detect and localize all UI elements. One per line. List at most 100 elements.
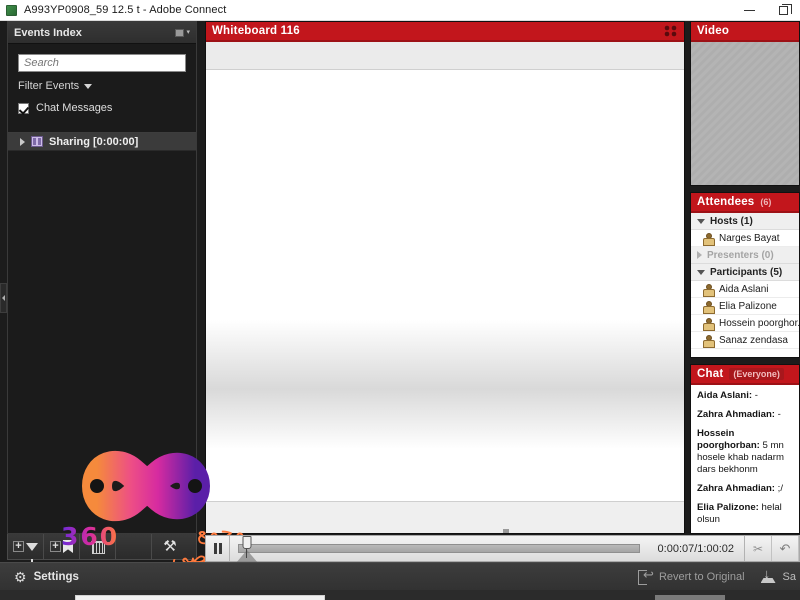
chat-message: Aida Aslani: - — [697, 390, 795, 402]
bottom-bar-actions: Revert to Original Sa — [637, 566, 800, 585]
maximize-button[interactable] — [766, 0, 800, 21]
chevron-down-icon — [697, 218, 705, 224]
save-label: Sa — [782, 570, 796, 583]
adobe-connect-window: A993YP0908_59 12.5 t - Adobe Connect Eve… — [0, 0, 800, 600]
whiteboard-footer — [206, 501, 684, 533]
attendee-item[interactable]: Narges Bayat — [691, 230, 799, 247]
chevron-down-icon — [84, 83, 93, 89]
chat-pod-title: Chat — [697, 368, 724, 380]
chat-tab-everyone[interactable]: (Everyone) — [729, 368, 784, 380]
group-label: Hosts (1) — [710, 215, 753, 227]
attendee-group-hosts[interactable]: Hosts (1) — [691, 213, 799, 230]
cut-button[interactable]: ✂ — [745, 536, 772, 561]
adobe-connect-icon — [6, 4, 17, 16]
play-pause-button[interactable] — [206, 536, 230, 561]
chevron-right-icon — [697, 251, 702, 259]
settings-button[interactable]: ⚙ Settings — [0, 570, 79, 584]
chevron-right-icon[interactable] — [20, 137, 25, 146]
delete-button[interactable] — [80, 534, 116, 559]
whiteboard-toolbar-strip[interactable] — [206, 42, 684, 70]
chat-sender: Hossein poorghorban: — [697, 428, 760, 451]
search-input[interactable] — [18, 54, 186, 72]
attendees-pod: Attendees (6) Hosts (1) Narges Bayat Pre — [690, 192, 800, 358]
timeline-top-marker — [503, 529, 509, 533]
whiteboard-pod: Whiteboard 116 — [205, 21, 685, 534]
attendee-name: Aida Aslani — [719, 283, 769, 295]
attendee-item[interactable]: Aida Aslani — [691, 281, 799, 298]
person-icon — [703, 334, 715, 348]
group-label: Participants (5) — [710, 266, 783, 278]
person-icon — [703, 283, 715, 297]
timeline-time-display: 0:00:07/1:00:02 — [657, 542, 734, 555]
attendees-list[interactable]: Hosts (1) Narges Bayat Presenters (0) Pa… — [691, 213, 799, 357]
filter-events-dropdown[interactable]: Filter Events — [18, 80, 186, 92]
window-title: A993YP0908_59 12.5 t - Adobe Connect — [24, 4, 227, 16]
video-pod-title: Video — [697, 25, 730, 37]
chat-messages-checkbox[interactable]: Chat Messages — [18, 102, 186, 114]
pod-grid-icon[interactable] — [664, 25, 678, 37]
chevron-down-icon — [697, 269, 705, 275]
taskbar-search-box[interactable] — [75, 595, 325, 600]
minimize-icon — [743, 9, 755, 11]
timeline-track[interactable] — [235, 536, 640, 563]
plus-icon: + — [50, 541, 61, 552]
host-person-icon — [703, 232, 715, 246]
attendee-group-presenters[interactable]: Presenters (0) — [691, 247, 799, 264]
revert-to-original-button[interactable]: Revert to Original — [637, 567, 745, 585]
attendees-pod-header: Attendees (6) — [691, 193, 799, 213]
person-icon — [703, 300, 715, 314]
undo-button[interactable]: ↶ — [772, 536, 799, 561]
events-index-header: Events Index ▾ — [8, 22, 196, 44]
whiteboard-canvas[interactable] — [206, 70, 684, 501]
events-list-empty-area — [8, 151, 196, 533]
panel-options-icon[interactable]: ▾ — [175, 28, 190, 37]
add-filter-button[interactable]: + — [8, 534, 44, 563]
taskbar-app-button[interactable] — [655, 595, 725, 600]
chat-messages-label: Chat Messages — [36, 102, 113, 114]
group-label: Presenters (0) — [707, 249, 774, 261]
revert-icon — [637, 567, 654, 585]
settings-label: Settings — [33, 570, 79, 583]
tools-button[interactable]: ⚒ — [152, 534, 188, 559]
whiteboard-title: Whiteboard 116 — [212, 25, 300, 37]
video-pod-body[interactable] — [691, 42, 799, 185]
event-row-label: Sharing [0:00:00] — [49, 135, 139, 148]
add-bookmark-button[interactable]: + — [44, 534, 80, 559]
whiteboard-actions[interactable] — [664, 25, 678, 37]
chat-text: ;/ — [775, 483, 784, 494]
share-pod-icon — [31, 136, 43, 147]
chat-message: Zahra Ahmadian: - — [697, 409, 795, 421]
sidebar-collapse-handle[interactable] — [0, 283, 7, 313]
video-pod-header: Video — [691, 22, 799, 42]
tools-icon: ⚒ — [163, 538, 177, 555]
attendee-name: Elia Palizone — [719, 300, 777, 312]
undo-icon: ↶ — [779, 541, 791, 556]
start-button[interactable] — [0, 590, 70, 600]
chat-message-list[interactable]: Aida Aslani: - Zahra Ahmadian: - Hossein… — [691, 385, 799, 533]
event-row-sharing[interactable]: Sharing [0:00:00] — [8, 133, 196, 151]
add-funnel-icon — [26, 542, 38, 563]
events-index-title: Events Index — [14, 26, 82, 39]
chat-pod-header: Chat (Everyone) — [691, 365, 799, 385]
chat-sender: Aida Aslani: — [697, 390, 753, 401]
collapse-arrow-icon — [2, 295, 5, 301]
attendee-item[interactable]: Sanaz zendasa — [691, 332, 799, 349]
attendee-item[interactable]: Hossein poorghor... — [691, 315, 799, 332]
app-body: Events Index ▾ Filter Events Chat Messag… — [0, 21, 800, 600]
revert-label: Revert to Original — [658, 570, 745, 583]
chat-message: Hossein poorghorban: 5 mn hosele khab na… — [697, 428, 795, 476]
chat-sender: Zahra Ahmadian: — [697, 409, 776, 420]
attendee-item[interactable]: Elia Palizone — [691, 298, 799, 315]
timeline-scrubber[interactable] — [230, 536, 648, 563]
chat-message: Elia Palizone: helal olsun — [697, 502, 795, 526]
minimize-button[interactable] — [732, 0, 766, 21]
attendee-group-participants[interactable]: Participants (5) — [691, 264, 799, 281]
timeline-playhead[interactable] — [242, 536, 252, 549]
save-button[interactable]: Sa — [761, 566, 796, 583]
playback-timeline-bar: 0:00:07/1:00:02 ✂ ↶ — [205, 535, 800, 563]
window-title-bar: A993YP0908_59 12.5 t - Adobe Connect — [0, 0, 800, 21]
maximize-icon — [778, 3, 792, 15]
video-pod: Video — [690, 21, 800, 186]
right-pod-column: Video Attendees (6) Hosts (1) Narges Bay… — [690, 21, 800, 534]
chat-message: Zahra Ahmadian: ;/ — [697, 483, 795, 495]
